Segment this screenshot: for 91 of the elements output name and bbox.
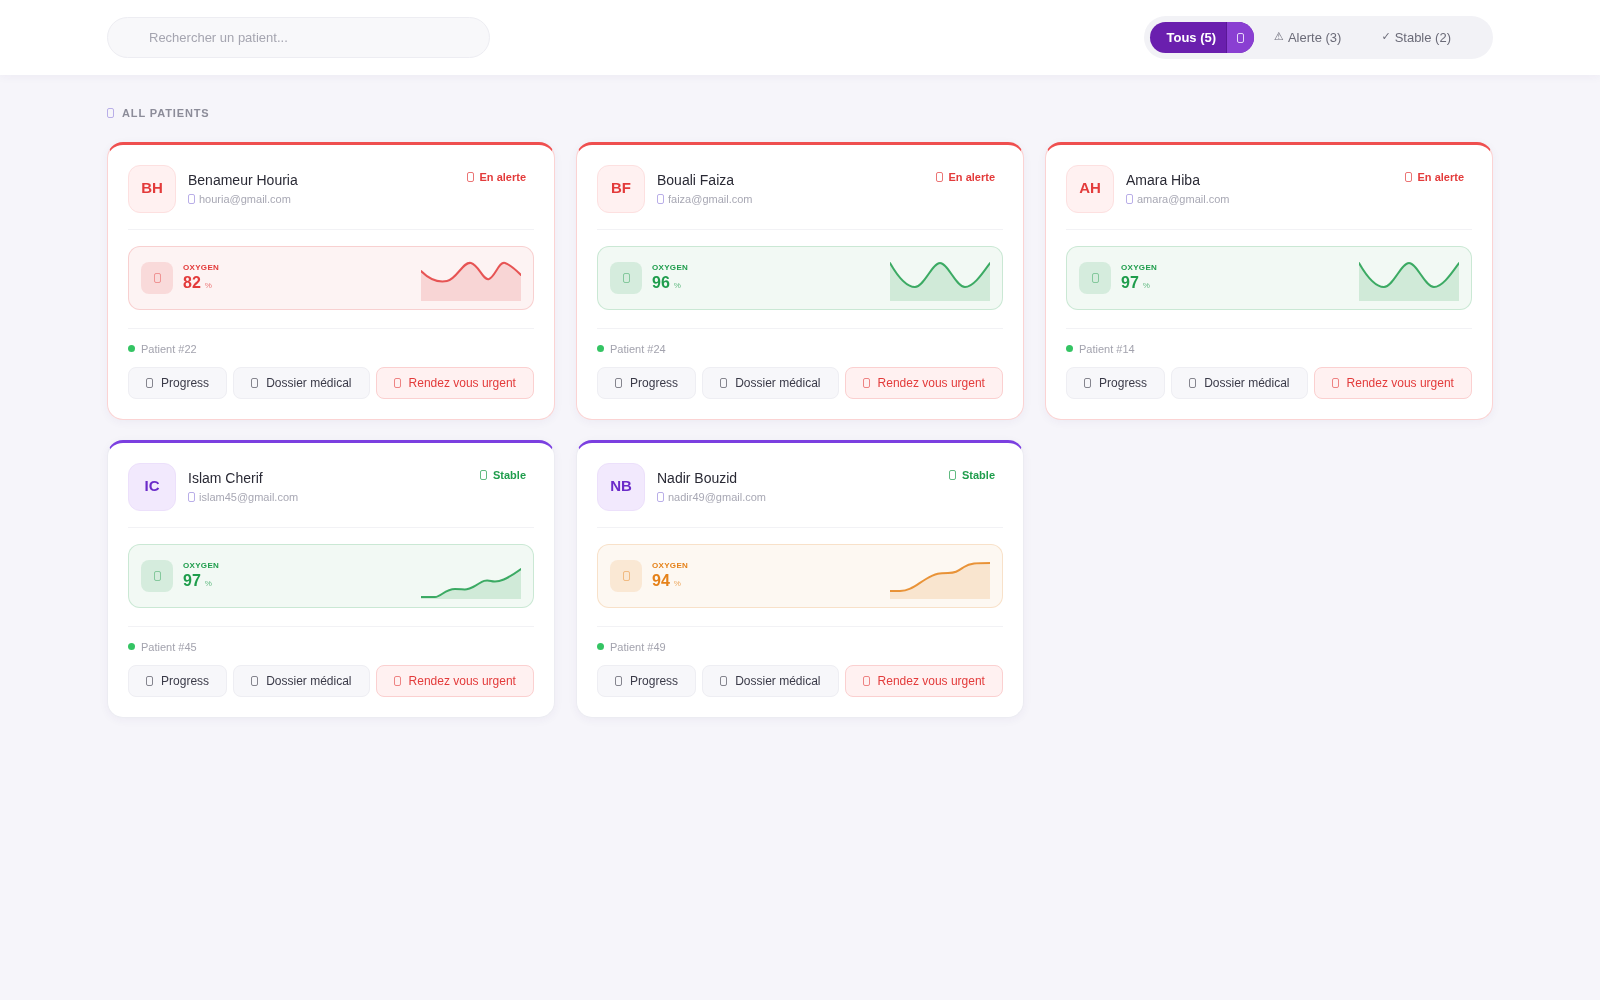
filter-tab[interactable]: ✓ Stable (2) xyxy=(1361,22,1471,53)
action-button[interactable]: Rendez vous urgent xyxy=(375,664,534,697)
box-icon xyxy=(615,675,623,686)
vital-unit: % xyxy=(204,577,212,590)
action-button[interactable]: Dossier médical xyxy=(1171,366,1308,399)
box-icon xyxy=(935,171,943,182)
action-button[interactable]: Rendez vous urgent xyxy=(844,664,1003,697)
box-icon xyxy=(393,675,401,686)
patient-number: Patient #45 xyxy=(141,639,197,655)
box-icon xyxy=(466,171,474,182)
patient-name: Amara Hiba xyxy=(1126,170,1201,189)
avatar: NB xyxy=(597,462,645,511)
patient-name: Bouali Faiza xyxy=(657,170,736,189)
box-icon xyxy=(1331,377,1339,388)
search-field[interactable]: Rechercher un patient... xyxy=(107,17,490,58)
box-icon xyxy=(615,377,623,388)
vital-label: OXYGEN xyxy=(652,560,689,571)
vital-value: 97 xyxy=(183,570,201,591)
action-button[interactable]: Progress xyxy=(128,664,228,697)
vital-label: OXYGEN xyxy=(652,262,689,273)
action-button[interactable]: Dossier médical xyxy=(702,664,839,697)
box-icon xyxy=(1189,377,1197,388)
action-button[interactable]: Progress xyxy=(597,664,697,697)
box-icon xyxy=(1079,261,1111,294)
action-button[interactable]: Progress xyxy=(128,366,228,399)
box-icon xyxy=(146,675,154,686)
box-icon xyxy=(1084,377,1092,388)
box-icon xyxy=(251,377,259,388)
box-icon xyxy=(657,491,664,502)
action-button[interactable]: Rendez vous urgent xyxy=(375,366,534,399)
patient-email: faiza@gmail.com xyxy=(668,191,753,206)
action-button[interactable]: Dossier médical xyxy=(233,664,370,697)
status-label: Stable xyxy=(962,467,995,483)
box-icon xyxy=(862,675,870,686)
status-label: Stable xyxy=(493,467,526,483)
patient-number: Patient #49 xyxy=(610,639,666,655)
patient-email: islam45@gmail.com xyxy=(199,489,299,504)
action-button[interactable]: Progress xyxy=(1066,366,1166,399)
avatar: BF xyxy=(597,164,645,213)
vital-value: 82 xyxy=(183,272,201,293)
box-icon xyxy=(188,193,195,204)
patient-email: nadir49@gmail.com xyxy=(668,489,766,504)
patient-name: Islam Cherif xyxy=(188,468,264,487)
status-label: En alerte xyxy=(479,169,526,185)
box-icon xyxy=(146,377,154,388)
box-icon xyxy=(949,469,956,480)
vital-value: 94 xyxy=(652,570,670,591)
box-icon xyxy=(720,675,728,686)
vital-value: 97 xyxy=(1121,272,1139,293)
vital-unit: % xyxy=(673,279,681,292)
patient-number: Patient #22 xyxy=(141,341,197,357)
action-button[interactable]: Rendez vous urgent xyxy=(1313,366,1472,399)
filter-tab[interactable]: Tous (5) xyxy=(1150,22,1255,53)
patient-number: Patient #14 xyxy=(1079,341,1135,357)
box-icon xyxy=(720,377,728,388)
box-icon xyxy=(1226,22,1255,53)
status-label: En alerte xyxy=(948,169,995,185)
status-label: En alerte xyxy=(1417,169,1464,185)
box-icon xyxy=(251,675,259,686)
vital-label: OXYGEN xyxy=(1121,262,1158,273)
patient-name: Benameur Houria xyxy=(188,170,298,189)
patient-name: Nadir Bouzid xyxy=(657,468,739,487)
vital-value: 96 xyxy=(652,272,670,293)
patient-number: Patient #24 xyxy=(610,341,666,357)
action-button[interactable]: Progress xyxy=(597,366,697,399)
vital-unit: % xyxy=(1142,279,1150,292)
action-button[interactable]: Rendez vous urgent xyxy=(844,366,1003,399)
box-icon xyxy=(610,261,642,294)
box-icon xyxy=(480,469,487,480)
patient-email: houria@gmail.com xyxy=(199,191,291,206)
box-icon xyxy=(610,559,642,592)
box-icon xyxy=(141,559,173,592)
box-icon xyxy=(107,108,114,119)
avatar: AH xyxy=(1066,164,1114,213)
vital-unit: % xyxy=(673,577,681,590)
box-icon xyxy=(1126,193,1133,204)
vital-label: OXYGEN xyxy=(183,560,220,571)
action-button[interactable]: Dossier médical xyxy=(702,366,839,399)
avatar: BH xyxy=(128,164,176,213)
avatar: IC xyxy=(128,462,176,511)
box-icon xyxy=(657,193,664,204)
section-title: ALL PATIENTS xyxy=(122,106,210,121)
box-icon xyxy=(188,491,195,502)
box-icon xyxy=(393,377,401,388)
vital-label: OXYGEN xyxy=(183,262,220,273)
patient-email: amara@gmail.com xyxy=(1137,191,1230,206)
vital-unit: % xyxy=(204,279,212,292)
box-icon xyxy=(1404,171,1412,182)
action-button[interactable]: Dossier médical xyxy=(233,366,370,399)
box-icon xyxy=(862,377,870,388)
box-icon xyxy=(141,261,173,294)
